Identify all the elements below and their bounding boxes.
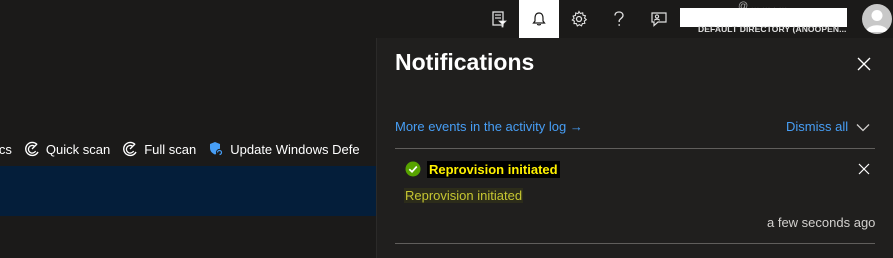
notifications-panel: Notifications More events in the activit… (376, 38, 893, 258)
quick-scan-button[interactable]: Quick scan (18, 132, 116, 166)
arrow-right-icon: → (569, 119, 583, 134)
cmd-diagnostics[interactable]: ics (0, 132, 18, 166)
update-windows-defender-label: Update Windows Defe (230, 141, 360, 157)
quick-scan-label: Quick scan (45, 141, 111, 157)
full-scan-label: Full scan (144, 141, 197, 157)
scan-icon (122, 141, 138, 157)
notification-timestamp: a few seconds ago (767, 215, 876, 230)
account-redaction (680, 8, 847, 27)
top-bar: @ ... ... . ... DEFAULT DIRECTORY (ANOOP… (0, 0, 893, 38)
divider (395, 243, 875, 244)
close-icon[interactable] (855, 160, 873, 178)
account-menu[interactable]: @ ... ... . ... DEFAULT DIRECTORY (ANOOP… (678, 1, 858, 34)
activity-log-label: More events in the activity log (395, 119, 567, 134)
full-scan-button[interactable]: Full scan (116, 132, 202, 166)
dismiss-all-button[interactable]: Dismiss all (786, 119, 848, 134)
update-windows-defender-button[interactable]: Update Windows Defe (202, 132, 365, 166)
notification-item[interactable]: Reprovision initiated Reprovision initia… (377, 149, 893, 244)
close-icon[interactable] (852, 52, 876, 76)
cmd-diagnostics-label: ics (0, 141, 12, 157)
azure-portal-page: @ ... ... . ... DEFAULT DIRECTORY (ANOOP… (0, 0, 893, 258)
scan-icon (24, 141, 40, 157)
help-icon[interactable] (599, 0, 639, 38)
panel-title: Notifications (395, 49, 535, 75)
notification-body: Reprovision initiated (404, 188, 524, 203)
notification-title: Reprovision initiated (427, 161, 560, 178)
avatar[interactable] (862, 4, 892, 34)
activity-log-link[interactable]: More events in the activity log → (395, 119, 583, 134)
success-check-icon (405, 161, 421, 177)
shield-update-icon (208, 141, 224, 157)
content-banner (0, 166, 380, 216)
chevron-down-icon[interactable] (855, 120, 871, 134)
feedback-icon[interactable] (639, 0, 679, 38)
cloud-shell-filter-icon[interactable] (479, 0, 519, 38)
bell-icon[interactable] (519, 0, 559, 38)
gear-icon[interactable] (559, 0, 599, 38)
command-bar: ics Quick scan Full scan (0, 132, 380, 166)
